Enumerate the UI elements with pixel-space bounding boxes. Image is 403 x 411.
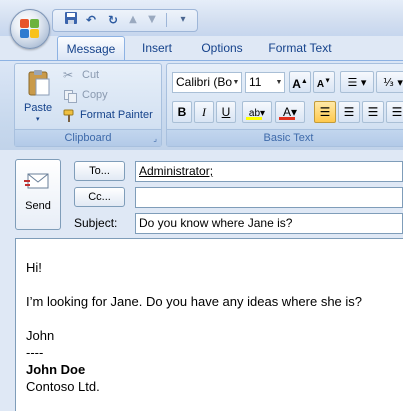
- tab-format-text[interactable]: Format Text: [262, 36, 338, 60]
- qat-divider: [166, 13, 167, 27]
- bold-button[interactable]: B: [172, 101, 192, 123]
- font-name-select[interactable]: Calibri (Bo ▼: [172, 72, 242, 93]
- tab-options[interactable]: Options: [192, 36, 252, 60]
- highlight-button[interactable]: ab▾: [242, 101, 272, 123]
- redo-icon[interactable]: ↻: [104, 11, 122, 29]
- underline-button[interactable]: U: [216, 101, 236, 123]
- signature-name: John: [26, 328, 55, 343]
- save-icon[interactable]: [62, 11, 80, 29]
- paste-dropdown-icon: ▾: [36, 116, 40, 123]
- numbered-list-icon: ⅓ ▾: [383, 76, 403, 89]
- office-logo-icon: [20, 19, 40, 39]
- italic-button[interactable]: I: [194, 101, 214, 123]
- cc-button[interactable]: Cc...: [74, 187, 125, 207]
- copy-button[interactable]: Copy: [63, 88, 158, 105]
- cc-field[interactable]: [135, 187, 403, 208]
- font-size-select[interactable]: 11 ▼: [245, 72, 285, 93]
- cut-button[interactable]: ✂ Cut: [63, 68, 158, 85]
- align-left-icon: ☰: [319, 105, 331, 119]
- bold-icon: B: [177, 105, 187, 119]
- office-button[interactable]: [10, 9, 50, 49]
- font-color-swatch: [279, 117, 295, 120]
- paste-label: Paste: [24, 102, 53, 114]
- font-name-value: Calibri (Bo: [176, 75, 233, 89]
- ribbon-tabs: Message Insert Options Format Text: [0, 36, 403, 60]
- signature-separator: ----: [26, 345, 44, 360]
- down-arrow-icon[interactable]: ▼: [143, 11, 161, 29]
- clipboard-group: Paste ▾ ✂ Cut Copy Format Painter Clipbo…: [14, 63, 162, 147]
- shrink-font-icon: A▼: [316, 78, 332, 91]
- basic-text-label-text: Basic Text: [263, 132, 314, 144]
- numbering-button[interactable]: ⅓ ▾: [376, 71, 403, 93]
- signature-company: Contoso Ltd.: [26, 379, 100, 394]
- font-color-button[interactable]: A▾: [275, 101, 305, 123]
- greeting-line: Hi!: [26, 260, 42, 275]
- clipboard-group-label: Clipboard ⌟: [15, 129, 161, 146]
- justify-icon: ☰: [391, 105, 403, 119]
- to-button[interactable]: To...: [74, 161, 125, 181]
- chevron-down-icon: ▼: [232, 79, 240, 86]
- align-left-button[interactable]: ☰: [314, 101, 336, 123]
- bullet-list-icon: ☰ ▾: [347, 76, 367, 89]
- align-center-button[interactable]: ☰: [338, 101, 360, 123]
- highlight-color-swatch: [246, 117, 262, 120]
- signature-full-name: John Doe: [26, 362, 86, 377]
- subject-label: Subject:: [74, 216, 118, 230]
- format-painter-button[interactable]: Format Painter: [63, 108, 161, 125]
- tab-message[interactable]: Message: [57, 36, 125, 60]
- cut-label: Cut: [82, 69, 100, 81]
- basic-text-group-label: Basic Text: [167, 129, 403, 146]
- format-painter-label: Format Painter: [80, 109, 153, 121]
- shrink-font-button[interactable]: A▼: [313, 71, 335, 93]
- undo-icon[interactable]: ↶: [82, 11, 100, 29]
- grow-font-icon: A▲: [292, 77, 308, 91]
- to-field[interactable]: Administrator;: [135, 161, 403, 182]
- message-body[interactable]: Hi! I’m looking for Jane. Do you have an…: [15, 238, 403, 411]
- dialog-launcher-icon[interactable]: ⌟: [153, 130, 157, 147]
- copy-label: Copy: [82, 89, 108, 101]
- justify-button[interactable]: ☰: [386, 101, 403, 123]
- send-label: Send: [25, 200, 51, 212]
- subject-field[interactable]: Do you know where Jane is?: [135, 213, 403, 234]
- send-button[interactable]: Send: [15, 159, 61, 230]
- chevron-down-icon: ▼: [275, 79, 283, 86]
- up-arrow-icon[interactable]: ▲: [124, 11, 142, 29]
- envelope-icon: [24, 172, 52, 190]
- underline-icon: U: [221, 105, 231, 119]
- paste-icon: [28, 69, 50, 97]
- customize-icon[interactable]: ▾: [174, 11, 192, 29]
- cut-icon: ✂: [63, 68, 74, 82]
- bullets-button[interactable]: ☰ ▾: [340, 71, 374, 93]
- tab-insert[interactable]: Insert: [132, 36, 182, 60]
- align-right-icon: ☰: [367, 105, 379, 119]
- font-size-value: 11: [249, 75, 262, 89]
- copy-icon: [64, 90, 77, 103]
- paste-button[interactable]: Paste ▾: [22, 67, 58, 123]
- paintbrush-icon: [63, 109, 77, 123]
- grow-font-button[interactable]: A▲: [289, 71, 311, 93]
- align-center-icon: ☰: [343, 105, 355, 119]
- italic-icon: I: [202, 105, 206, 119]
- clipboard-label-text: Clipboard: [64, 132, 112, 144]
- align-right-button[interactable]: ☰: [362, 101, 384, 123]
- message-line: I’m looking for Jane. Do you have any id…: [26, 294, 363, 309]
- basic-text-group: Calibri (Bo ▼ 11 ▼ A▲ A▼ ☰ ▾ ⅓ ▾ B I U a…: [166, 63, 403, 147]
